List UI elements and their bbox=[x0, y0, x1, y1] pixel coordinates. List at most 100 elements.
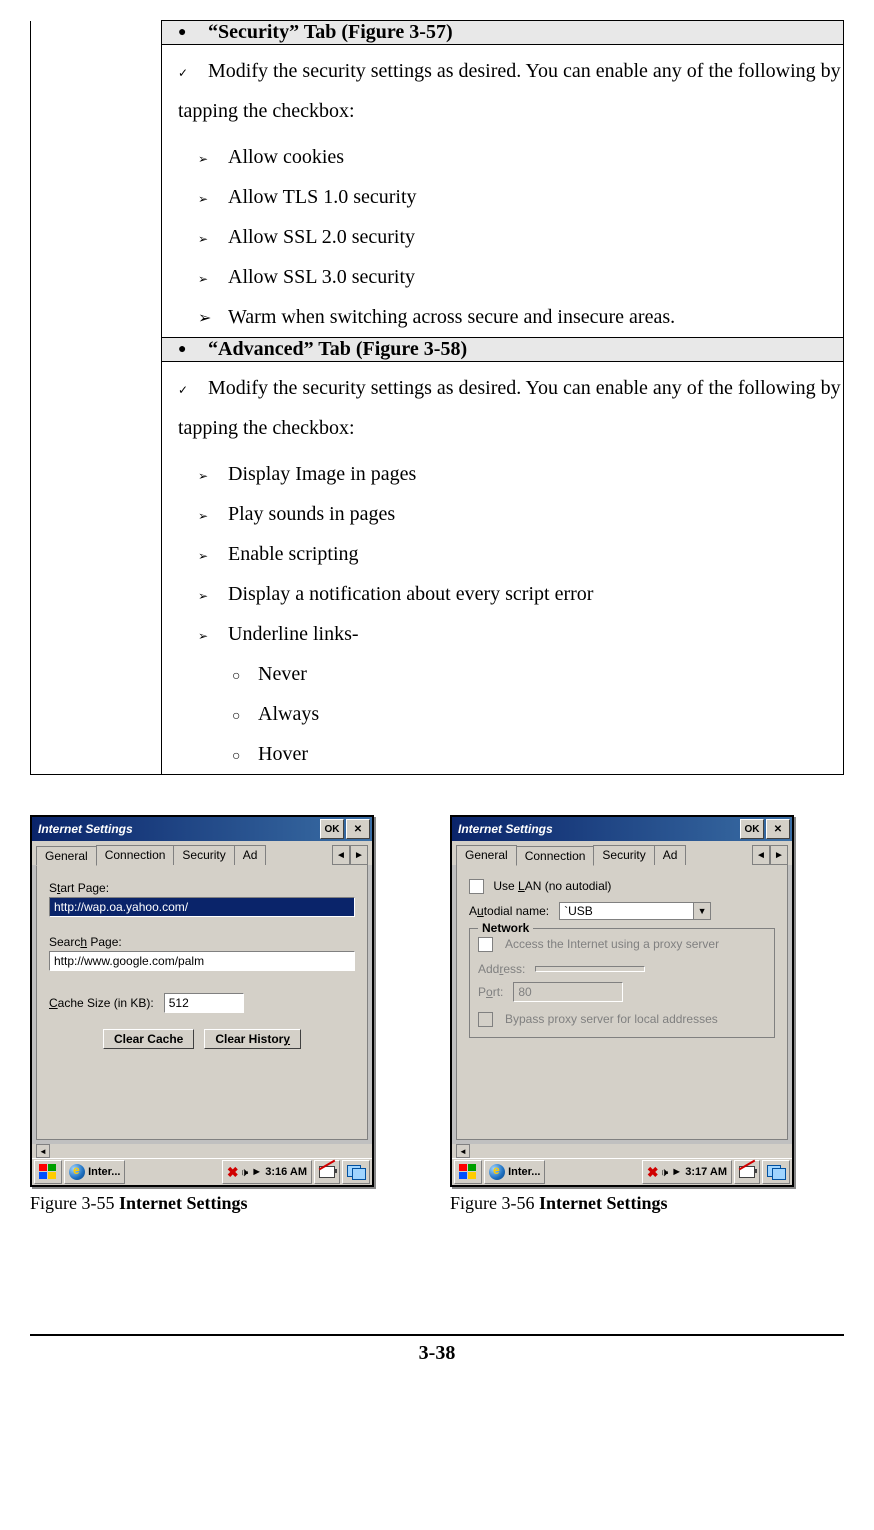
chevron-down-icon: ▼ bbox=[693, 903, 710, 919]
use-lan-label: Use LAN (no autodial) bbox=[493, 879, 611, 893]
battery-tray bbox=[314, 1160, 340, 1184]
speaker-icon bbox=[241, 1165, 249, 1180]
window-title: Internet Settings bbox=[38, 822, 318, 836]
sec-item-tls: Allow TLS 1.0 security bbox=[228, 186, 417, 208]
battery-icon bbox=[739, 1166, 755, 1178]
tab-scroll-right-icon[interactable]: ► bbox=[350, 845, 368, 865]
use-lan-checkbox[interactable] bbox=[469, 879, 484, 894]
ie-icon bbox=[489, 1164, 505, 1180]
windows-flag-icon bbox=[39, 1164, 57, 1180]
clear-cache-button[interactable]: Clear Cache bbox=[103, 1029, 194, 1049]
search-page-input[interactable]: http://www.google.com/palm bbox=[49, 951, 355, 971]
underline-always: Always bbox=[258, 703, 319, 725]
windows-flag-icon bbox=[459, 1164, 477, 1180]
tab-security[interactable]: Security bbox=[593, 845, 654, 865]
advanced-intro: Modify the security settings as desired.… bbox=[178, 377, 841, 439]
figure-3-56-caption: Figure 3-56 Internet Settings bbox=[450, 1193, 810, 1214]
tab-advanced-truncated[interactable]: Ad bbox=[654, 845, 687, 865]
search-page-label: Search Page: bbox=[49, 935, 355, 949]
window-title: Internet Settings bbox=[458, 822, 738, 836]
autodial-combo[interactable]: `USB ▼ bbox=[559, 902, 711, 920]
cascade-tray[interactable] bbox=[762, 1160, 790, 1184]
clock: 3:17 AM bbox=[685, 1166, 727, 1178]
port-label: Port: bbox=[478, 985, 503, 999]
adv-item-notify: Display a notification about every scrip… bbox=[228, 583, 593, 605]
tray: ✖ ► 3:16 AM bbox=[222, 1160, 312, 1184]
adv-item-underline: Underline links- bbox=[228, 623, 359, 645]
underline-never: Never bbox=[258, 663, 307, 685]
sec-item-warn: Warm when switching across secure and in… bbox=[228, 306, 675, 328]
autodial-label: Autodial name: bbox=[469, 904, 549, 918]
close-button[interactable]: ✕ bbox=[766, 819, 790, 839]
advanced-header-text: “Advanced” Tab (Figure 3-58) bbox=[208, 338, 467, 360]
security-tab-header: “Security” Tab (Figure 3-57) bbox=[162, 21, 844, 45]
instruction-table: “Security” Tab (Figure 3-57) Modify the … bbox=[30, 20, 844, 775]
tab-general[interactable]: General bbox=[456, 845, 517, 865]
figure-3-55-caption: Figure 3-55 Internet Settings bbox=[30, 1193, 390, 1214]
page-number: 3-38 bbox=[419, 1342, 456, 1364]
cascade-windows-icon bbox=[347, 1165, 365, 1179]
cascade-windows-icon bbox=[767, 1165, 785, 1179]
battery-tray bbox=[734, 1160, 760, 1184]
start-button[interactable] bbox=[34, 1160, 62, 1184]
cache-size-input[interactable]: 512 bbox=[164, 993, 244, 1013]
start-page-input[interactable]: http://wap.oa.yahoo.com/ bbox=[49, 897, 355, 917]
figure-3-55-block: Internet Settings OK ✕ General Connectio… bbox=[30, 815, 390, 1214]
start-page-label: Start Page: bbox=[49, 881, 355, 895]
tab-connection[interactable]: Connection bbox=[516, 846, 595, 866]
tab-security[interactable]: Security bbox=[173, 845, 234, 865]
internet-settings-window-general: Internet Settings OK ✕ General Connectio… bbox=[30, 815, 374, 1187]
use-lan-row: Use LAN (no autodial) bbox=[469, 879, 775, 894]
address-input[interactable] bbox=[535, 966, 645, 972]
tab-general[interactable]: General bbox=[36, 846, 97, 866]
tab-scroll-left-icon[interactable]: ◄ bbox=[332, 845, 350, 865]
tab-connection[interactable]: Connection bbox=[96, 845, 175, 865]
taskbar: Inter... ✖ ► 3:16 AM bbox=[32, 1158, 372, 1185]
use-proxy-label: Access the Internet using a proxy server bbox=[505, 937, 766, 951]
taskbar-app-button[interactable]: Inter... bbox=[484, 1160, 545, 1184]
security-header-text: “Security” Tab (Figure 3-57) bbox=[208, 21, 453, 43]
battery-icon bbox=[319, 1166, 335, 1178]
red-x-icon: ✖ bbox=[647, 1164, 659, 1181]
advanced-tab-content: Modify the security settings as desired.… bbox=[162, 362, 844, 775]
sec-item-cookies: Allow cookies bbox=[228, 146, 344, 168]
use-proxy-checkbox[interactable] bbox=[478, 937, 493, 952]
tab-advanced-truncated[interactable]: Ad bbox=[234, 845, 267, 865]
clock: 3:16 AM bbox=[265, 1166, 307, 1178]
security-tab-content: Modify the security settings as desired.… bbox=[162, 45, 844, 338]
clear-history-button[interactable]: Clear History bbox=[204, 1029, 301, 1049]
port-input[interactable]: 80 bbox=[513, 982, 623, 1002]
bypass-proxy-checkbox[interactable] bbox=[478, 1012, 493, 1027]
address-label: Address: bbox=[478, 962, 525, 976]
ok-button[interactable]: OK bbox=[320, 819, 344, 839]
close-button[interactable]: ✕ bbox=[346, 819, 370, 839]
underline-hover: Hover bbox=[258, 743, 308, 765]
sec-item-ssl3: Allow SSL 3.0 security bbox=[228, 266, 415, 288]
tab-scroll-left-icon[interactable]: ◄ bbox=[752, 845, 770, 865]
red-x-icon: ✖ bbox=[227, 1164, 239, 1181]
scroll-left-icon[interactable]: ◄ bbox=[36, 1144, 50, 1158]
internet-settings-window-connection: Internet Settings OK ✕ General Connectio… bbox=[450, 815, 794, 1187]
cascade-tray[interactable] bbox=[342, 1160, 370, 1184]
sec-item-ssl2: Allow SSL 2.0 security bbox=[228, 226, 415, 248]
taskbar-app-button[interactable]: Inter... bbox=[64, 1160, 125, 1184]
adv-item-scripting: Enable scripting bbox=[228, 543, 359, 565]
network-legend: Network bbox=[478, 921, 533, 935]
taskbar: Inter... ✖ ► 3:17 AM bbox=[452, 1158, 792, 1185]
cache-size-label: Cache Size (in KB): bbox=[49, 996, 154, 1010]
security-intro: Modify the security settings as desired.… bbox=[178, 60, 841, 122]
tray: ✖ ► 3:17 AM bbox=[642, 1160, 732, 1184]
scroll-left-icon[interactable]: ◄ bbox=[456, 1144, 470, 1158]
network-fieldset: Network Access the Internet using a prox… bbox=[469, 928, 775, 1038]
speaker-icon bbox=[661, 1165, 669, 1180]
start-button[interactable] bbox=[454, 1160, 482, 1184]
ie-icon bbox=[69, 1164, 85, 1180]
bypass-proxy-label: Bypass proxy server for local addresses bbox=[505, 1012, 766, 1026]
adv-item-images: Display Image in pages bbox=[228, 463, 416, 485]
figure-3-56-block: Internet Settings OK ✕ General Connectio… bbox=[450, 815, 810, 1214]
page-footer: 3-38 bbox=[30, 1334, 844, 1365]
tab-scroll-right-icon[interactable]: ► bbox=[770, 845, 788, 865]
adv-item-sounds: Play sounds in pages bbox=[228, 503, 395, 525]
ok-button[interactable]: OK bbox=[740, 819, 764, 839]
screenshots-row: Internet Settings OK ✕ General Connectio… bbox=[30, 815, 844, 1214]
